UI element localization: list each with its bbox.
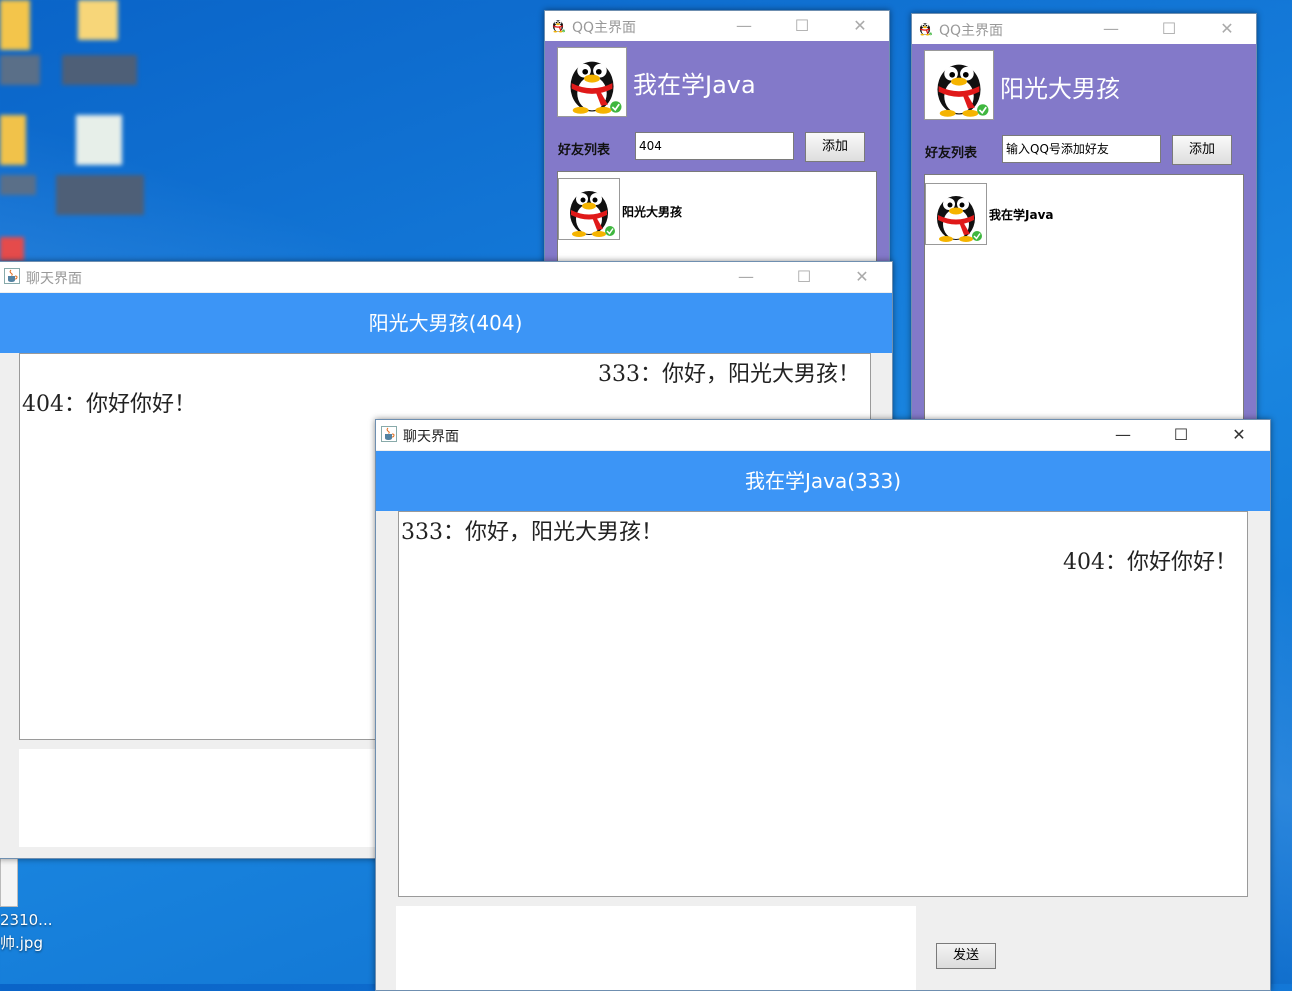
desktop-icon-folder-2[interactable]	[78, 0, 118, 40]
close-button[interactable]: ✕	[831, 11, 889, 41]
qq-window-2-titlebar[interactable]: QQ主界面 — ☐ ✕	[912, 14, 1256, 44]
minimize-button[interactable]: —	[717, 262, 775, 292]
chat-message: 404：你好你好！	[1063, 550, 1237, 575]
chat-message: 404：你好你好！	[22, 392, 196, 417]
penguin-avatar-icon	[925, 183, 987, 245]
penguin-icon	[917, 20, 933, 36]
qq-window-1-body: 我在学Java 好友列表 404 添加 阳光大男孩	[545, 41, 889, 281]
java-coffee-icon	[4, 268, 20, 284]
qq-window-2-title: QQ主界面	[939, 23, 1004, 39]
desktop-icon-label-blur-3	[0, 175, 36, 195]
java-coffee-icon	[381, 426, 397, 442]
add-friend-input[interactable]: 404	[635, 132, 794, 160]
maximize-button[interactable]: ☐	[773, 11, 831, 41]
chat-header: 我在学Java(333)	[376, 451, 1270, 511]
chat-window-2[interactable]: 聊天界面 — ☐ ✕ 我在学Java(333) 333：你好，阳光大男孩！ 40…	[375, 419, 1271, 991]
chat-header: 阳光大男孩(404)	[0, 293, 892, 353]
desktop-icon-red[interactable]	[0, 237, 24, 261]
chat-window-2-titlebar[interactable]: 聊天界面 — ☐ ✕	[376, 420, 1270, 450]
desktop-icon-app-green[interactable]	[76, 115, 122, 165]
qq-main-window-2[interactable]: QQ主界面 — ☐ ✕ 阳光大男孩 好友列表 输入QQ号添加好友 添加 我在学J…	[911, 13, 1257, 425]
send-button[interactable]: 发送	[936, 943, 996, 969]
desktop-icon-folder-1[interactable]	[0, 0, 30, 50]
desktop-file-label-1: 2310...	[0, 911, 53, 929]
penguin-icon	[550, 17, 566, 33]
friend-list-item[interactable]: 阳光大男孩	[558, 172, 876, 242]
chat-message: 333：你好，阳光大男孩！	[598, 362, 860, 387]
add-friend-button[interactable]: 添加	[1172, 135, 1232, 165]
chat-window-1-title: 聊天界面	[26, 271, 82, 287]
maximize-button[interactable]: ☐	[1152, 420, 1210, 450]
close-button[interactable]: ✕	[1198, 14, 1256, 44]
qq-window-2-body: 阳光大男孩 好友列表 输入QQ号添加好友 添加 我在学Java	[912, 44, 1256, 424]
penguin-avatar-icon	[557, 47, 627, 117]
friend-name: 阳光大男孩	[622, 205, 683, 219]
chat-message: 333：你好，阳光大男孩！	[401, 520, 663, 545]
chat-window-2-title: 聊天界面	[403, 429, 459, 445]
desktop-file-label-2: 帅.jpg	[0, 934, 43, 952]
minimize-button[interactable]: —	[1082, 14, 1140, 44]
friend-name: 我在学Java	[989, 208, 1054, 222]
add-friend-input[interactable]: 输入QQ号添加好友	[1002, 135, 1161, 163]
qq-main-window-1[interactable]: QQ主界面 — ☐ ✕ 我在学Java 好友列表 404 添加 阳光大男孩	[544, 10, 890, 282]
desktop-icon-label-blur-1	[0, 55, 40, 85]
friend-list[interactable]: 我在学Java	[924, 174, 1244, 424]
image-file-icon[interactable]	[0, 857, 18, 907]
friend-list-label: 好友列表	[925, 146, 978, 161]
penguin-avatar-icon	[558, 178, 620, 240]
chat-window-1-titlebar[interactable]: 聊天界面 — ☐ ✕	[0, 262, 892, 292]
message-input[interactable]	[19, 749, 419, 847]
self-nickname: 我在学Java	[633, 71, 756, 99]
message-input[interactable]	[396, 906, 916, 990]
desktop-icon-folder-3[interactable]	[0, 115, 26, 165]
close-button[interactable]: ✕	[833, 262, 891, 292]
penguin-avatar-icon	[924, 50, 994, 120]
desktop-icon-label-blur-2	[62, 55, 137, 85]
add-friend-button[interactable]: 添加	[805, 132, 865, 162]
friend-list-item[interactable]: 我在学Java	[925, 175, 1243, 245]
qq-window-1-title: QQ主界面	[572, 20, 637, 36]
maximize-button[interactable]: ☐	[775, 262, 833, 292]
desktop-icon-label-blur-4	[56, 175, 144, 215]
self-nickname: 阳光大男孩	[1000, 75, 1120, 103]
maximize-button[interactable]: ☐	[1140, 14, 1198, 44]
friend-list-label: 好友列表	[558, 143, 611, 158]
close-button[interactable]: ✕	[1210, 420, 1268, 450]
minimize-button[interactable]: —	[1094, 420, 1152, 450]
minimize-button[interactable]: —	[715, 11, 773, 41]
message-area[interactable]: 333：你好，阳光大男孩！ 404：你好你好！	[398, 511, 1248, 897]
qq-window-1-titlebar[interactable]: QQ主界面 — ☐ ✕	[545, 11, 889, 41]
